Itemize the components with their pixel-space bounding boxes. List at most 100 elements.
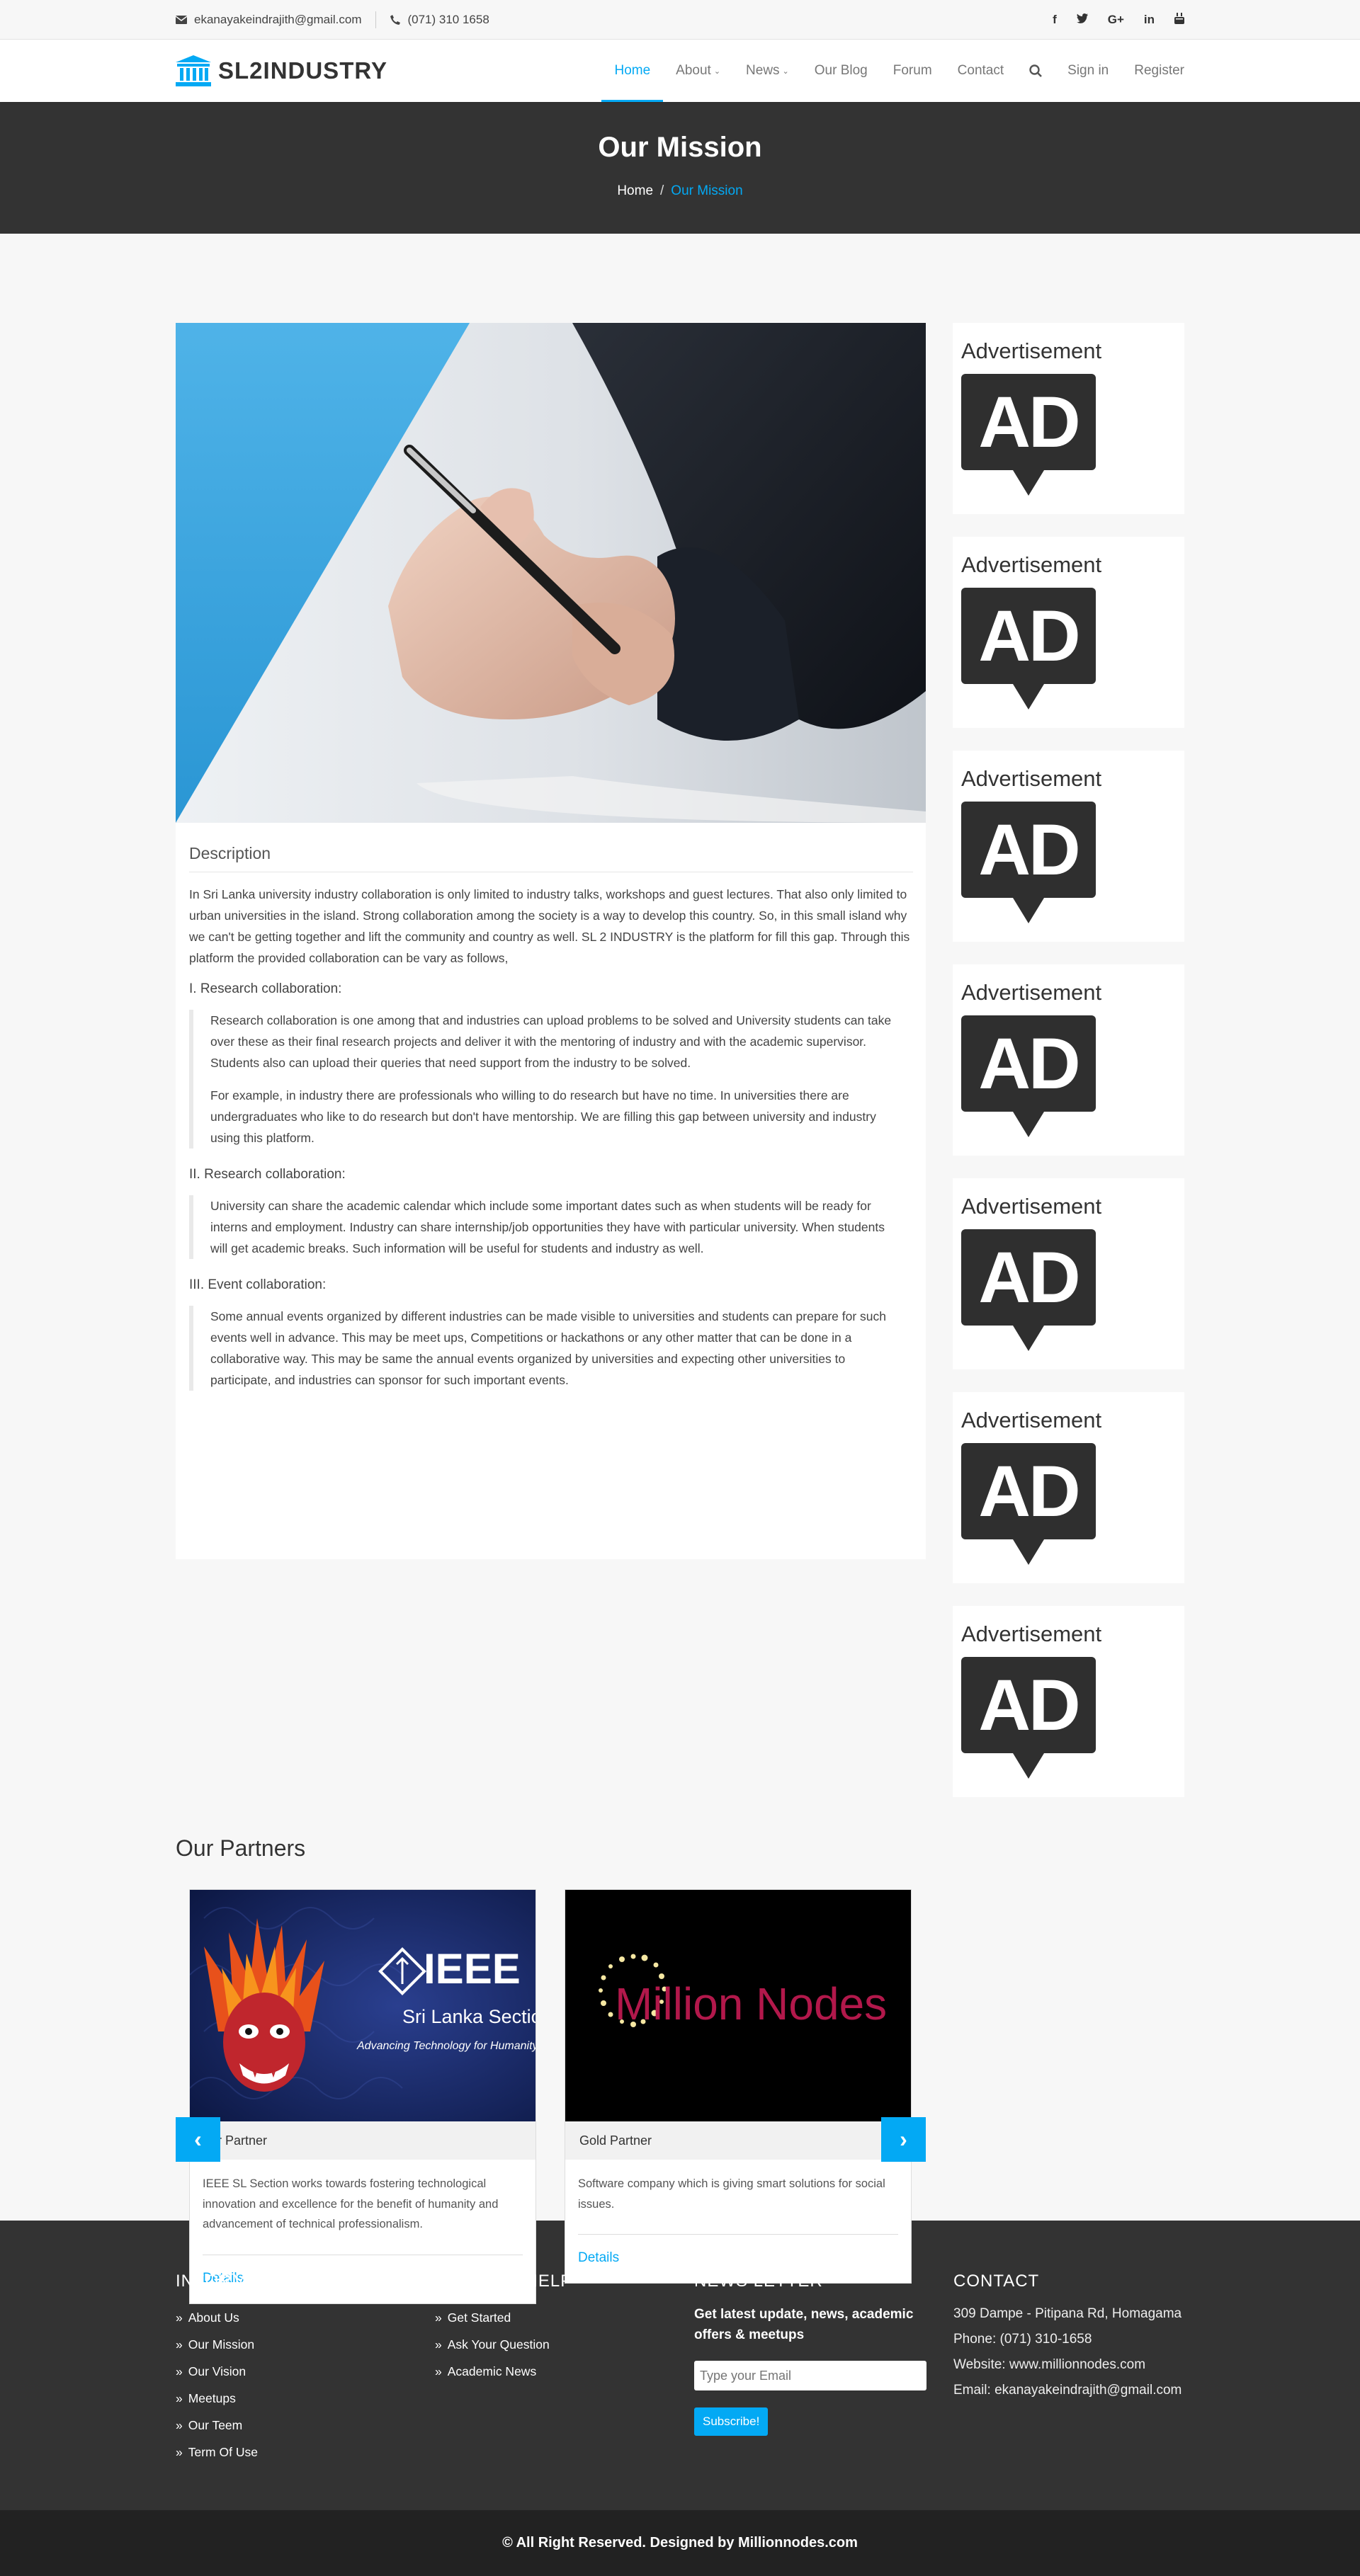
nav-register[interactable]: Register <box>1121 40 1184 102</box>
nav-forum[interactable]: Forum <box>880 40 945 102</box>
partner-logo: Million Nodes <box>565 1890 911 2121</box>
linkedin-icon[interactable]: in <box>1144 13 1155 27</box>
top-bar: ekanayakeindrajith@gmail.com (071) 310 1… <box>0 0 1360 40</box>
site-logo-text: SL2INDUSTRY <box>218 57 387 84</box>
partner-logo: IEEE Sri Lanka Section Advancing Technol… <box>190 1890 536 2121</box>
nav-home[interactable]: Home <box>601 40 663 102</box>
topbar-email[interactable]: ekanayakeindrajith@gmail.com <box>176 13 361 27</box>
ad-badge-icon: AD <box>961 1657 1096 1779</box>
footer-link[interactable]: Our Mission <box>176 2331 435 2358</box>
ad-badge-text: AD <box>961 1015 1096 1112</box>
nav-news[interactable]: News ⌄ <box>733 40 802 102</box>
site-footer: INFORMATION About Us Our Mission Our Vis… <box>0 2221 1360 2510</box>
ieee-tagline-text: Advancing Technology for Humanity <box>356 2040 536 2052</box>
topbar-phone-text: (071) 310 1658 <box>407 13 489 26</box>
nav-contact[interactable]: Contact <box>945 40 1016 102</box>
topbar-phone[interactable]: (071) 310 1658 <box>390 13 489 27</box>
nav-signin-label: Sign in <box>1067 63 1109 78</box>
contact-phone: Phone: (071) 310-1658 <box>953 2332 1092 2347</box>
footer-link[interactable]: Our Vision <box>176 2358 435 2385</box>
advertisement-title: Advertisement <box>961 338 1102 363</box>
breadcrumb: Home / Our Mission <box>0 183 1360 199</box>
ad-badge-text: AD <box>961 1657 1096 1753</box>
youtube-icon[interactable] <box>1174 12 1184 28</box>
ieee-logo-text: IEEE <box>424 1945 521 1993</box>
ad-badge-icon: AD <box>961 374 1096 496</box>
advertisement-title: Advertisement <box>961 1622 1102 1646</box>
footer-link[interactable]: Meetups <box>176 2385 435 2412</box>
site-logo[interactable]: SL2INDUSTRY <box>176 55 387 86</box>
advertisement-widget[interactable]: Advertisement AD <box>953 323 1184 514</box>
section-heading: I. Research collaboration: <box>189 981 342 996</box>
nav-home-label: Home <box>614 63 651 78</box>
nav-about[interactable]: About ⌄ <box>663 40 733 102</box>
blockquote: University can share the academic calend… <box>189 1195 913 1259</box>
contact-address: 309 Dampe - Pitipana Rd, Homagama <box>953 2306 1182 2321</box>
footer-heading: STUDENT HELP <box>435 2272 573 2291</box>
main-content: Description In Sri Lanka university indu… <box>176 234 1184 2304</box>
advertisement-widget[interactable]: Advertisement AD <box>953 751 1184 942</box>
ad-badge-icon: AD <box>961 1443 1096 1565</box>
partner-tier: Gold Partner <box>565 2121 911 2160</box>
breadcrumb-current: Our Mission <box>671 183 743 198</box>
twitter-icon[interactable] <box>1076 13 1088 27</box>
section-heading: II. Research collaboration: <box>189 1167 346 1182</box>
contact-email: Email: ekanayakeindrajith@gmail.com <box>953 2383 1182 2398</box>
footer-contact: CONTACT 309 Dampe - Pitipana Rd, Homagam… <box>953 2272 1184 2466</box>
million-nodes-logo-text: Million Nodes <box>615 1978 887 2029</box>
ad-badge-icon: AD <box>961 802 1096 923</box>
newsletter-text: Get latest update, news, academic offers… <box>694 2307 914 2342</box>
newsletter-email-input[interactable] <box>694 2361 926 2390</box>
breadcrumb-home[interactable]: Home <box>617 183 653 198</box>
advertisement-widget[interactable]: Advertisement AD <box>953 1392 1184 1583</box>
quote-paragraph: University can share the academic calend… <box>210 1199 885 1255</box>
footer-link[interactable]: Our Teem <box>176 2412 435 2439</box>
advertisement-title: Advertisement <box>961 1408 1102 1432</box>
nav-about-label: About <box>676 63 711 78</box>
advertisement-widget[interactable]: Advertisement AD <box>953 1606 1184 1797</box>
advertisement-widget[interactable]: Advertisement AD <box>953 1178 1184 1369</box>
carousel-prev-button[interactable]: ‹ <box>176 2117 220 2162</box>
ad-badge-text: AD <box>961 1229 1096 1326</box>
institution-icon <box>176 55 211 86</box>
envelope-icon <box>176 16 187 24</box>
carousel-next-button[interactable]: › <box>881 2117 926 2162</box>
advertisement-widget[interactable]: Advertisement AD <box>953 537 1184 728</box>
footer-student-help: STUDENT HELP Get Started Ask Your Questi… <box>435 2272 694 2466</box>
subscribe-button[interactable]: Subscribe! <box>694 2407 769 2436</box>
nav-blog[interactable]: Our Blog <box>802 40 880 102</box>
nav-news-label: News <box>746 63 780 78</box>
feature-image <box>176 323 926 823</box>
advertisement-title: Advertisement <box>961 552 1102 577</box>
footer-information: INFORMATION About Us Our Mission Our Vis… <box>176 2272 435 2466</box>
footer-link[interactable]: About Us <box>176 2304 435 2331</box>
copyright-text: © All Right Reserved. Designed by Millio… <box>502 2535 858 2551</box>
page-hero: Our Mission Home / Our Mission <box>0 102 1360 234</box>
footer-link[interactable]: Term Of Use <box>176 2439 435 2466</box>
ad-badge-text: AD <box>961 374 1096 470</box>
topbar-email-text: ekanayakeindrajith@gmail.com <box>194 13 362 26</box>
advertisement-title: Advertisement <box>961 766 1102 791</box>
footer-link[interactable]: Ask Your Question <box>435 2331 694 2358</box>
phone-icon <box>390 15 401 25</box>
quote-paragraph: Research collaboration is one among that… <box>210 1013 892 1070</box>
main-nav: Home About ⌄ News ⌄ Our Blog Forum Contact… <box>601 40 1184 102</box>
footer-link[interactable]: Academic News <box>435 2358 694 2385</box>
partners-title: Our Partners <box>176 1835 306 1861</box>
footer-link[interactable]: Get Started <box>435 2304 694 2331</box>
footer-heading: CONTACT <box>953 2272 1040 2291</box>
ad-badge-icon: AD <box>961 588 1096 709</box>
facebook-icon[interactable]: f <box>1053 13 1057 27</box>
nav-signin[interactable]: Sign in <box>1055 40 1121 102</box>
mission-article: Description In Sri Lanka university indu… <box>176 323 926 1559</box>
advertisement-widget[interactable]: Advertisement AD <box>953 964 1184 1156</box>
hand-writing-image <box>176 323 926 823</box>
intro-paragraph: In Sri Lanka university industry collabo… <box>189 887 910 965</box>
nav-search[interactable] <box>1016 40 1055 102</box>
quote-paragraph: For example, in industry there are profe… <box>210 1088 876 1145</box>
google-plus-icon[interactable]: G+ <box>1108 13 1124 27</box>
description-section: Description In Sri Lanka university indu… <box>176 823 926 1391</box>
nav-forum-label: Forum <box>892 63 932 78</box>
ad-badge-text: AD <box>961 1443 1096 1539</box>
quote-paragraph: Some annual events organized by differen… <box>210 1309 886 1387</box>
